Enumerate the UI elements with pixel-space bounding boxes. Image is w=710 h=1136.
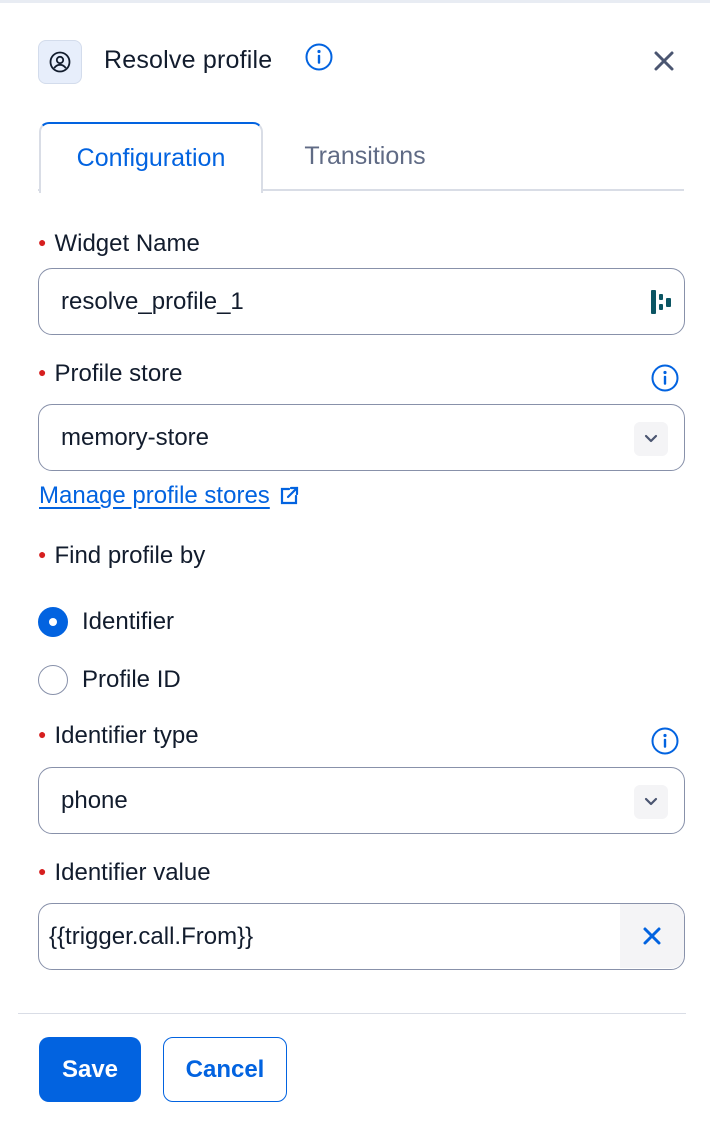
widget-name-input[interactable]: resolve_profile_1 — [38, 268, 685, 335]
tab-transitions[interactable]: Transitions — [280, 122, 450, 191]
identifier-value-input[interactable]: {{trigger.call.From}} — [38, 903, 685, 970]
widget-name-label: ● Widget Name — [38, 230, 200, 257]
identifier-type-select[interactable]: phone — [38, 767, 685, 834]
required-marker: ● — [38, 364, 47, 380]
footer-divider — [18, 1013, 686, 1014]
info-icon[interactable] — [304, 42, 334, 72]
radio-label: Identifier — [82, 608, 175, 635]
top-border — [0, 0, 710, 3]
profile-store-label: ● Profile store — [38, 360, 183, 387]
required-marker: ● — [38, 726, 47, 742]
user-circle-icon — [38, 40, 82, 84]
radio-identifier[interactable]: Identifier — [38, 607, 174, 637]
chevron-down-icon[interactable] — [634, 785, 668, 819]
identifier-type-label: ● Identifier type — [38, 722, 199, 749]
radio-button-checked[interactable] — [38, 607, 68, 637]
identifier-type-value: phone — [61, 787, 128, 814]
chevron-down-icon[interactable] — [634, 422, 668, 456]
radio-profile-id[interactable]: Profile ID — [38, 665, 181, 695]
cancel-button[interactable]: Cancel — [163, 1037, 287, 1102]
clear-icon[interactable] — [620, 904, 684, 968]
required-marker: ● — [38, 546, 47, 562]
required-marker: ● — [38, 234, 47, 250]
tab-bar: Configuration Transitions — [38, 122, 684, 193]
info-icon[interactable] — [650, 726, 680, 756]
page-title: Resolve profile — [104, 46, 273, 74]
profile-store-value: memory-store — [61, 424, 210, 451]
widget-name-value: resolve_profile_1 — [61, 288, 244, 315]
external-link-icon — [280, 486, 298, 505]
save-button[interactable]: Save — [39, 1037, 141, 1102]
profile-store-select[interactable]: memory-store — [38, 404, 685, 471]
identifier-value-label: ● Identifier value — [38, 859, 211, 886]
password-manager-icon[interactable] — [650, 289, 672, 315]
close-icon[interactable] — [650, 47, 678, 75]
required-marker: ● — [38, 863, 47, 879]
manage-profile-stores-link[interactable]: Manage profile stores — [39, 482, 300, 510]
info-icon[interactable] — [650, 363, 680, 393]
radio-button-unchecked[interactable] — [38, 665, 68, 695]
identifier-value-text: {{trigger.call.From}} — [49, 923, 254, 950]
tab-configuration[interactable]: Configuration — [39, 122, 263, 193]
panel-header: Resolve profile — [38, 38, 686, 84]
find-profile-by-label: ● Find profile by — [38, 542, 206, 569]
radio-label: Profile ID — [82, 666, 181, 693]
